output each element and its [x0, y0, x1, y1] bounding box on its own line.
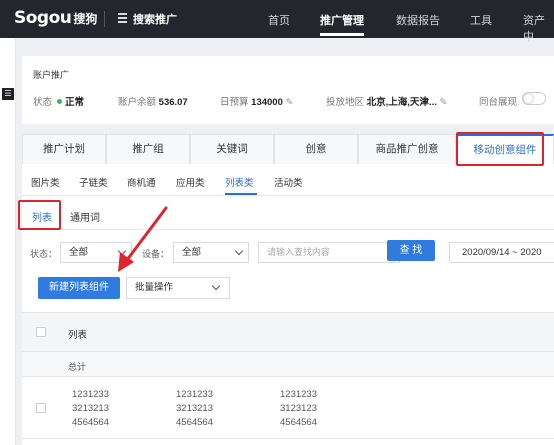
same-show-label: 同台展现 — [479, 97, 518, 108]
list-type-tabs: 列表 通用词 — [22, 196, 554, 230]
main-panel: 推广计划 推广组 关键词 创意 商品推广创意 移动创意组件 图片类 子链类 商机… — [22, 130, 554, 445]
subtab-app[interactable]: 应用类 — [176, 175, 205, 189]
tab-ad-group[interactable]: 推广组 — [106, 134, 190, 164]
region-label: 投放地区 — [326, 97, 365, 108]
cell-line: 4564564 — [176, 417, 213, 428]
tab-keyword[interactable]: 关键词 — [190, 134, 274, 164]
action-bar: 新建列表组件 批量操作 — [22, 276, 554, 300]
table-cell: 1231233 3213213 4564564 — [72, 388, 109, 430]
total-label: 总计 — [68, 362, 87, 372]
budget-label: 日预算 — [220, 97, 249, 108]
cell-line: 4564564 — [72, 417, 109, 428]
chevron-down-icon — [117, 246, 127, 256]
table-cell: 1231233 3213213 4564564 — [176, 388, 213, 430]
device-filter-value: 全部 — [182, 247, 202, 258]
cell-line: 3213213 — [72, 403, 109, 414]
cell-line: 1231233 — [72, 389, 109, 400]
chevron-down-icon — [211, 281, 221, 291]
date-range-picker[interactable]: 2020/09/14 ~ 2020 — [449, 242, 554, 263]
balance-label: 账户余额 — [118, 97, 157, 108]
cell-line: 4564564 — [280, 417, 317, 428]
left-sidebar-strip: ☰ — [0, 38, 16, 445]
typetab-general-words[interactable]: 通用词 — [70, 209, 100, 224]
highlight-box-mobile-components-tab — [456, 132, 544, 166]
nav-promotion-management[interactable]: 推广管理 — [320, 12, 364, 28]
sidebar-toggle-icon[interactable]: ☰ — [2, 88, 14, 100]
batch-operation-label: 批量操作 — [135, 282, 174, 293]
new-list-component-button[interactable]: 新建列表组件 — [38, 277, 120, 299]
select-all-checkbox[interactable] — [36, 327, 46, 337]
column-header-list: 列表 — [68, 330, 88, 341]
logo-cn: 搜狗 — [73, 12, 98, 26]
search-input[interactable]: 请输入查找内容 — [258, 242, 400, 263]
cell-line: 1231233 — [176, 389, 213, 400]
cell-line: 1231233 — [280, 389, 317, 400]
hamburger-icon[interactable] — [118, 13, 129, 23]
nav-active-indicator — [320, 33, 364, 36]
subtab-activity[interactable]: 活动类 — [274, 175, 303, 189]
tab-campaign[interactable]: 推广计划 — [22, 134, 106, 164]
same-show-toggle[interactable] — [522, 92, 546, 105]
tab-creative[interactable]: 创意 — [274, 134, 358, 164]
row-checkbox[interactable] — [36, 403, 46, 413]
subtab-business[interactable]: 商机通 — [127, 175, 156, 189]
subtab-sublink[interactable]: 子链类 — [79, 175, 108, 189]
status-label: 状态 — [33, 97, 53, 108]
nav-assets[interactable]: 资产中 — [523, 12, 554, 44]
product-switcher[interactable]: 搜索推广 — [133, 11, 177, 27]
cell-line: 3123123 — [280, 403, 317, 414]
chevron-down-icon — [234, 246, 244, 256]
subtab-image[interactable]: 图片类 — [31, 175, 60, 189]
divider — [104, 11, 105, 27]
account-summary-card: 账户推广 状态 正常 账户余额 536.07 日预算 134000 ✎ 投放地区 … — [22, 56, 554, 124]
cell-line: 3213213 — [176, 403, 213, 414]
sogou-logo[interactable]: Sogou 搜狗 — [14, 8, 97, 28]
toggle-knob — [524, 94, 533, 103]
nav-data-report[interactable]: 数据报告 — [396, 12, 440, 28]
table-header: 列表 — [22, 312, 554, 352]
subtab-active-indicator — [225, 193, 257, 195]
logo-brand: Sogou — [14, 8, 72, 28]
highlight-box-list-tab — [18, 200, 61, 230]
subtab-list[interactable]: 列表类 — [225, 175, 254, 189]
budget-value: 134000 — [251, 97, 283, 108]
table-cell: 1231233 3123123 4564564 — [280, 388, 317, 430]
status-filter-value: 全部 — [69, 247, 89, 258]
list-table: 列表 总计 1231233 3213213 4564564 1231233 32… — [22, 312, 554, 445]
component-type-tabs: 图片类 子链类 商机通 应用类 列表类 活动类 — [22, 164, 554, 196]
status-filter-label: 状态： — [30, 249, 58, 259]
batch-operation-select[interactable]: 批量操作 — [126, 277, 230, 299]
budget-edit-icon[interactable]: ✎ — [286, 97, 294, 108]
balance-value: 536.07 — [158, 97, 188, 108]
table-total-row: 总计 — [22, 352, 554, 377]
region-edit-icon[interactable]: ✎ — [440, 97, 448, 108]
tab-product-creative[interactable]: 商品推广创意 — [358, 134, 456, 164]
device-filter-label: 设备： — [142, 249, 170, 259]
table-row[interactable]: 1231233 3213213 4564564 1231233 3213213 … — [22, 377, 554, 439]
device-filter-select[interactable]: 全部 — [173, 242, 249, 263]
nav-tools[interactable]: 工具 — [470, 12, 492, 28]
top-navigation-bar: Sogou 搜狗 搜索推广 首页 推广管理 数据报告 工具 资产中 — [0, 0, 554, 43]
status-dot-icon — [57, 99, 63, 104]
account-title: 账户推广 — [33, 70, 70, 80]
filter-bar: 状态： 全部 设备： 全部 请输入查找内容 查 找 2020/09/14 ~ 2… — [22, 240, 554, 266]
search-button[interactable]: 查 找 — [387, 240, 435, 261]
status-value: 正常 — [65, 97, 85, 108]
status-filter-select[interactable]: 全部 — [60, 242, 132, 263]
region-value: 北京,上海,天津... — [366, 97, 437, 108]
nav-home[interactable]: 首页 — [268, 12, 290, 28]
